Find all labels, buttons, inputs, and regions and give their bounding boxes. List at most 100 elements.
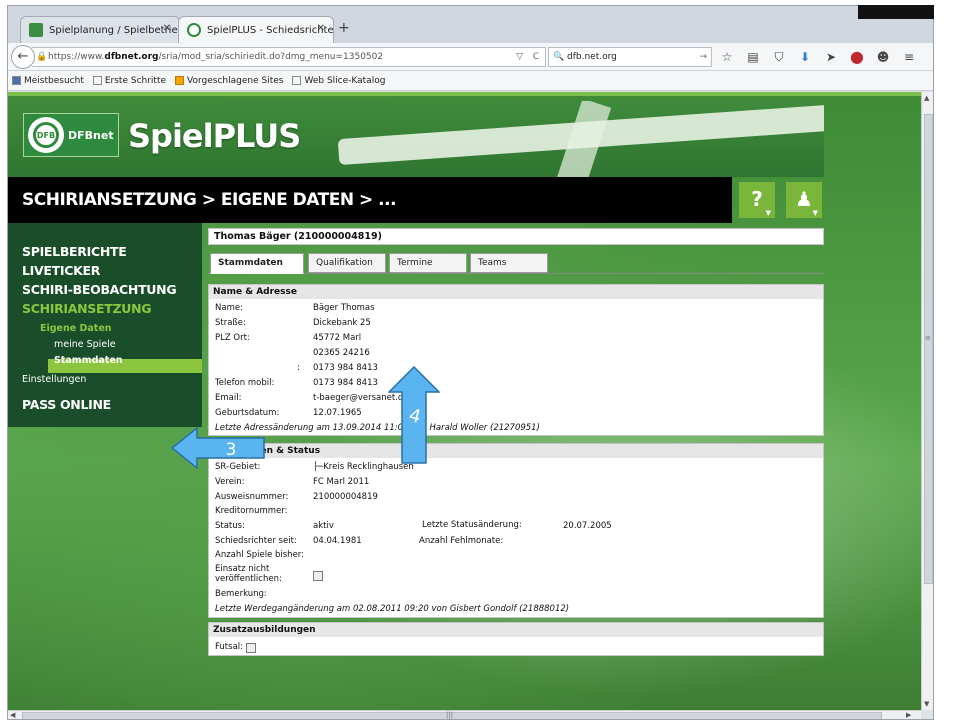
field-value: 0173 984 8413 [313,378,378,388]
lock-icon: 🔒 [36,52,48,62]
url-host: dfbnet.org [104,52,159,62]
browser-tab-spielplanung[interactable]: Spielplanung / Spielbetrieb... ✕ [20,16,180,43]
search-value: dfb.net.org [567,52,617,62]
reload-icon[interactable]: C [533,48,539,66]
arrow-right-icon[interactable]: → [699,48,707,66]
bookmark-meistbesucht[interactable]: Meistbesucht [12,76,84,86]
tab-title: SpielPLUS - Schiedsrichtera... [207,24,334,36]
bookmark-web-slice[interactable]: Web Slice-Katalog [292,76,385,86]
field-label: Anzahl Fehlmonate: [419,536,504,546]
meldedaten-section: Meldedaten & Status SR-Gebiet: ├─Kreis R… [208,443,824,618]
field-label: Verein: [215,477,245,487]
star-icon[interactable]: ☆ [720,50,734,64]
field-label: Anzahl Spiele bisher: [215,550,305,560]
dropdown-icon[interactable]: ▽ [516,48,523,66]
menu-icon[interactable]: ≡ [902,50,916,64]
tab-termine[interactable]: Termine [389,253,467,273]
new-tab-icon[interactable]: + [338,20,350,36]
dfbnet-logo[interactable]: DFB DFBnet [23,113,119,157]
adblock-icon[interactable]: ⬤ [850,50,864,64]
tab-title: Spielplanung / Spielbetrieb... [49,24,180,36]
send-icon[interactable]: ➤ [824,50,838,64]
nav-schiri-beobachtung[interactable]: SCHIRI-BEOBACHTUNG [22,282,177,297]
address-section: Name & Adresse Name: Straße: PLZ Ort: : … [208,284,824,436]
page-content: DFB DFBnet SpielPLUS SCHIRIANSETZUNG > E… [8,92,921,710]
bookmark-erste-schritte[interactable]: Erste Schritte [92,76,166,86]
close-icon[interactable]: ✕ [317,23,325,34]
nav-schiriansetzung[interactable]: SCHIRIANSETZUNG [22,301,152,316]
help-button[interactable]: ? ▼ [739,182,775,218]
tab-qualifikation[interactable]: Qualifikation [308,253,386,273]
url-path: /sria/mod_sria/schiriedit.do?dmg_menu=13… [158,52,384,62]
nav-einstellungen[interactable]: Einstellungen [22,374,86,385]
field-label: Geburtsdatum: [215,408,280,418]
top-stripe [8,92,921,96]
tab-bar: Spielplanung / Spielbetrieb... ✕ SpielPL… [8,6,933,43]
vertical-scrollbar[interactable]: ▲ ≡ ▼ [921,92,933,710]
change-note: Letzte Werdegangänderung am 02.08.2011 0… [215,604,570,614]
toolbar-icons: ☆ ▤ ⛉ ⬇ ➤ ⬤ ☻ ≡ [720,47,916,67]
field-value: 45772 Marl [313,333,362,343]
tab-stammdaten[interactable]: Stammdaten [210,253,304,274]
grip-icon: ≡ [925,334,931,342]
navigation-bar: 🔒 https://www.dfbnet.org/sria/mod_sria/s… [8,43,933,71]
browser-tab-spielplus[interactable]: SpielPLUS - Schiedsrichtera... ✕ [178,16,334,43]
nav-eigene-daten[interactable]: Eigene Daten [40,323,112,334]
download-icon[interactable]: ⬇ [798,50,812,64]
page-icon [92,76,102,85]
field-label: Name: [215,303,243,313]
close-icon[interactable]: ✕ [163,23,171,34]
content-tabs: Stammdaten Qualifikation Termine Teams [208,250,824,274]
field-value: Dickebank 25 [313,318,371,328]
field-label: Schiedsrichter seit: [215,536,297,546]
arrow-label: 3 [226,440,237,460]
dfb-emblem-icon: DFB [28,117,64,153]
chevron-right-icon[interactable]: ▶ [906,711,911,719]
user-icon: ♟ [795,187,813,211]
field-value: Bäger Thomas [313,303,375,313]
horizontal-scrollbar[interactable]: ◀ ||| ▶ [8,710,921,719]
nav-pass-online[interactable]: PASS ONLINE [22,397,111,412]
page-favicon-icon [29,23,43,37]
annotation-arrow-up: 4 [388,366,440,464]
tab-teams[interactable]: Teams [470,253,548,273]
annotation-arrow-left: 3 [171,427,265,469]
nav-meine-spiele[interactable]: meine Spiele [54,339,116,350]
window-corner [858,5,934,19]
field-label: Einsatz nicht [215,564,270,574]
field-value: 04.04.1981 [313,536,362,546]
nav-stammdaten[interactable]: Stammdaten [54,355,123,366]
field-label: Bemerkung: [215,589,267,599]
chevron-up-icon[interactable]: ▲ [924,94,929,102]
einsatz-checkbox[interactable] [313,571,323,581]
section-heading: Name & Adresse [209,285,823,299]
field-value: 02365 24216 [313,348,370,358]
bookmark-label: Vorgeschlagene Sites [187,75,284,86]
futsal-checkbox[interactable] [246,643,256,653]
person-title: Thomas Bäger (210000004819) [208,228,824,245]
chevron-down-icon[interactable]: ▼ [924,700,929,708]
field-value: aktiv [313,521,334,531]
nav-spielberichte[interactable]: SPIELBERICHTE [22,244,127,259]
url-bar[interactable]: 🔒 https://www.dfbnet.org/sria/mod_sria/s… [32,47,546,67]
pocket-icon[interactable]: ⛉ [772,50,786,65]
field-value: 12.07.1965 [313,408,362,418]
search-bar[interactable]: 🔍 dfb.net.org → [548,47,712,67]
back-button[interactable]: ← [11,45,35,69]
clipboard-icon[interactable]: ▤ [746,50,760,64]
chevron-left-icon[interactable]: ◀ [10,711,15,719]
bing-icon [175,76,185,85]
bookmarks-bar: Meistbesucht Erste Schritte Vorgeschlage… [8,71,933,91]
section-heading: Zusatzausbildungen [209,623,823,637]
field-label: Email: [215,393,242,403]
user-menu-button[interactable]: ♟ ▼ [786,182,822,218]
bookmark-vorgeschlagene-sites[interactable]: Vorgeschlagene Sites [175,76,283,86]
bookmark-label: Web Slice-Katalog [304,75,386,86]
logo-text: DFBnet [68,128,114,142]
field-value: FC Marl 2011 [313,477,370,487]
scroll-thumb[interactable] [924,114,933,584]
chat-icon[interactable]: ☻ [876,50,890,64]
field-label: Futsal: [215,642,244,652]
field-label: Straße: [215,318,246,328]
nav-liveticker[interactable]: LIVETICKER [22,263,100,278]
